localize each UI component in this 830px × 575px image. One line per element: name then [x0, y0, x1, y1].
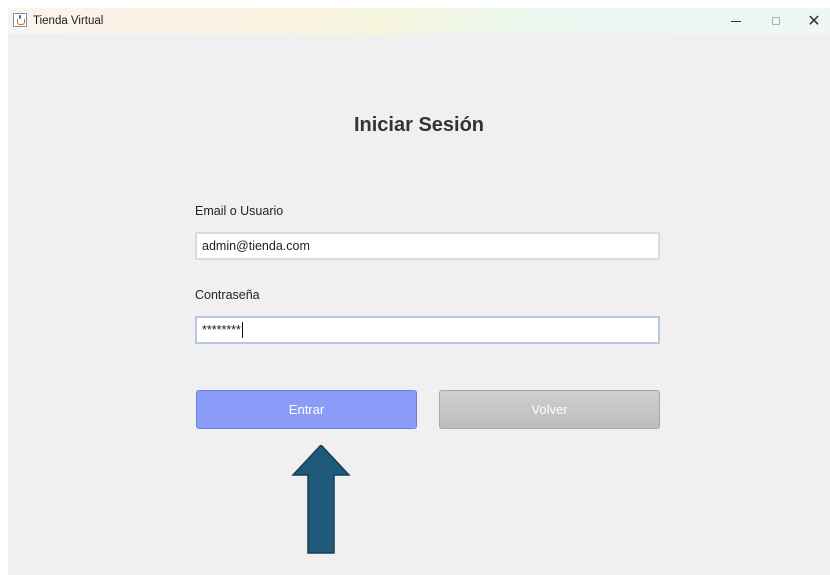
- password-label: Contraseña: [195, 288, 260, 302]
- minimize-icon[interactable]: [716, 8, 756, 34]
- page-title: Iniciar Sesión: [353, 114, 485, 136]
- password-field[interactable]: ********: [195, 316, 660, 344]
- login-button-label: Entrar: [288, 402, 325, 417]
- login-button[interactable]: Entrar: [196, 390, 417, 429]
- text-caret: [241, 322, 243, 338]
- title-bar[interactable]: Tienda Virtual ✕: [8, 8, 830, 34]
- maximize-icon[interactable]: [756, 8, 796, 34]
- email-value: admin@tienda.com: [202, 239, 310, 253]
- window-title: Tienda Virtual: [33, 15, 104, 27]
- app-window: Tienda Virtual ✕ Iniciar Sesión Email o …: [8, 8, 830, 575]
- back-button-label: Volver: [531, 402, 568, 417]
- back-button[interactable]: Volver: [439, 390, 660, 429]
- email-label: Email o Usuario: [195, 204, 284, 218]
- arrow-up-icon: [291, 445, 351, 554]
- java-app-icon: [13, 13, 27, 27]
- password-value: ********: [202, 323, 241, 337]
- email-field[interactable]: admin@tienda.com: [195, 232, 660, 260]
- close-icon[interactable]: ✕: [794, 8, 830, 34]
